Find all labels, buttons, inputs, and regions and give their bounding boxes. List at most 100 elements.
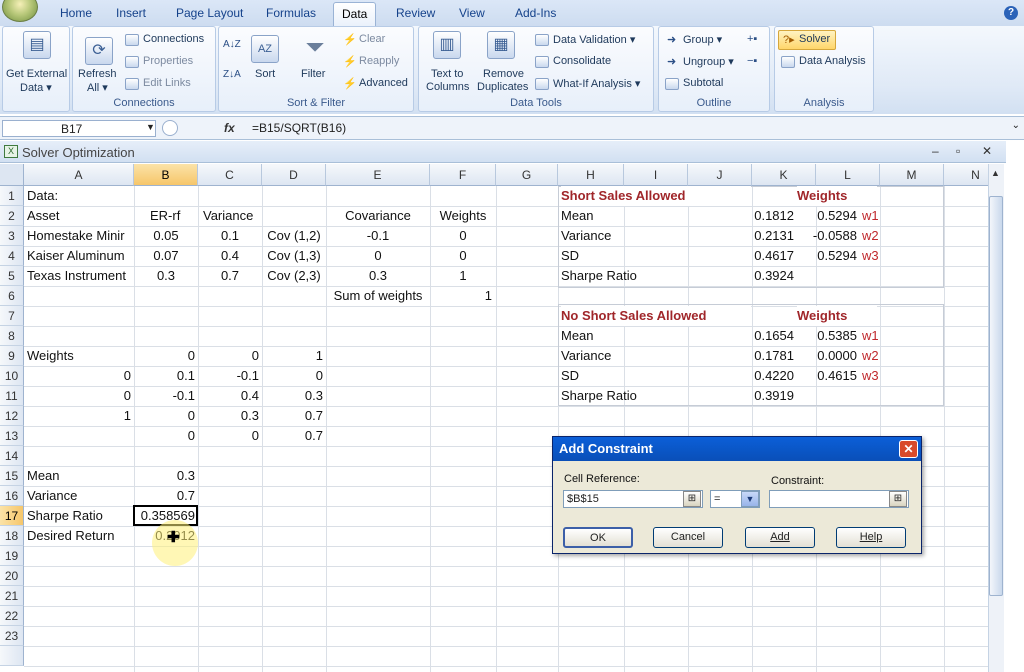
column-header-i[interactable]: I xyxy=(624,164,688,186)
close-icon[interactable]: ✕ xyxy=(899,440,918,458)
cell-a1[interactable]: Data: xyxy=(27,186,132,206)
nss-label-mean[interactable]: Mean xyxy=(561,326,681,346)
scrollbar-thumb[interactable] xyxy=(989,196,1003,596)
row-header-16[interactable]: 16 xyxy=(0,486,24,506)
row-header-23[interactable]: 23 xyxy=(0,626,24,646)
cell-a18[interactable]: Desired Return xyxy=(27,526,132,546)
constraint-picker-icon[interactable]: ⊞ xyxy=(889,491,907,507)
cell-a11[interactable]: 0 xyxy=(26,386,131,406)
ss-weight-2[interactable]: -0.0588 xyxy=(800,226,857,246)
cell-e5[interactable]: 0.3 xyxy=(326,266,430,286)
office-button-icon[interactable] xyxy=(2,0,38,22)
cell-f6[interactable]: 1 xyxy=(430,286,492,306)
row-header-8[interactable]: 8 xyxy=(0,326,24,346)
nss-weight-3[interactable]: 0.4615 xyxy=(800,366,857,386)
tab-page-layout[interactable]: Page Layout xyxy=(176,6,243,20)
column-header-d[interactable]: D xyxy=(262,164,326,186)
column-header-g[interactable]: G xyxy=(496,164,558,186)
cell-d13[interactable]: 0.7 xyxy=(262,426,323,446)
short-sales-weights-header[interactable]: Weights xyxy=(797,186,877,206)
edit-links-button[interactable]: Edit Links xyxy=(143,77,191,89)
help-icon[interactable]: ? xyxy=(1004,6,1018,20)
row-header-22[interactable]: 22 xyxy=(0,606,24,626)
ss-value-sd[interactable]: 0.4617 xyxy=(700,246,794,266)
clear-button[interactable]: Clear xyxy=(359,33,385,45)
cell-b3[interactable]: 0.05 xyxy=(134,226,198,246)
nss-label-sd[interactable]: SD xyxy=(561,366,681,386)
sort-za-icon[interactable]: Z↓A xyxy=(223,69,241,80)
cell-c9[interactable]: 0 xyxy=(198,346,259,366)
cell-b11[interactable]: -0.1 xyxy=(134,386,195,406)
no-short-sales-title[interactable]: No Short Sales Allowed xyxy=(561,306,751,326)
sort-button[interactable]: Sort xyxy=(255,68,275,80)
tab-insert[interactable]: Insert xyxy=(116,6,146,20)
get-external-data-label-2[interactable]: Data ▾ xyxy=(20,81,52,94)
row-header-12[interactable]: 12 xyxy=(0,406,24,426)
formula-bar-expand-icon[interactable] xyxy=(162,120,178,136)
column-header-f[interactable]: F xyxy=(430,164,496,186)
name-box[interactable]: B17 xyxy=(2,120,156,137)
row-header-3[interactable]: 3 xyxy=(0,226,24,246)
cell-c4[interactable]: 0.4 xyxy=(198,246,262,266)
row-header-5[interactable]: 5 xyxy=(0,266,24,286)
column-header-n[interactable]: N xyxy=(944,164,988,186)
cell-e2[interactable]: Covariance xyxy=(326,206,430,226)
formula-bar-collapse-icon[interactable]: ⌄ xyxy=(1012,120,1020,131)
cell-b4[interactable]: 0.07 xyxy=(134,246,198,266)
column-header-k[interactable]: K xyxy=(752,164,816,186)
data-validation-button[interactable]: Data Validation ▾ xyxy=(553,33,635,46)
cell-f5[interactable]: 1 xyxy=(430,266,496,286)
close-workbook-icon[interactable]: ✕ xyxy=(982,144,992,158)
cell-b13[interactable]: 0 xyxy=(134,426,195,446)
insert-function-icon[interactable]: fx xyxy=(224,121,235,135)
tab-formulas[interactable]: Formulas xyxy=(266,6,316,20)
group-button[interactable]: Group ▾ xyxy=(683,33,722,46)
sort-az-icon[interactable]: A↓Z xyxy=(223,39,241,50)
row-header-13[interactable]: 13 xyxy=(0,426,24,446)
cell-c2[interactable]: Variance xyxy=(203,206,263,226)
cell-f3[interactable]: 0 xyxy=(430,226,496,246)
text-to-columns-label-1[interactable]: Text to xyxy=(431,68,463,80)
cell-b10[interactable]: 0.1 xyxy=(134,366,195,386)
row-header-21[interactable]: 21 xyxy=(0,586,24,606)
ok-button[interactable]: OK xyxy=(563,527,633,548)
row-header-17[interactable]: 17 xyxy=(0,506,24,526)
ss-value-variance[interactable]: 0.2131 xyxy=(700,226,794,246)
row-header-6[interactable]: 6 xyxy=(0,286,24,306)
nss-value-mean[interactable]: 0.1654 xyxy=(700,326,794,346)
formula-input[interactable]: =B15/SQRT(B16) xyxy=(252,121,346,135)
cell-f4[interactable]: 0 xyxy=(430,246,496,266)
cell-reference-input[interactable]: $B$15 xyxy=(563,490,703,508)
cell-e6[interactable]: Sum of weights xyxy=(326,286,430,306)
nss-value-sd[interactable]: 0.4220 xyxy=(700,366,794,386)
cell-c10[interactable]: -0.1 xyxy=(198,366,259,386)
advanced-button[interactable]: Advanced xyxy=(359,77,408,89)
ungroup-button[interactable]: Ungroup ▾ xyxy=(683,55,734,68)
constraint-input[interactable] xyxy=(769,490,909,508)
cell-a4[interactable]: Kaiser Aluminum xyxy=(27,246,133,266)
get-external-data-label-1[interactable]: Get External xyxy=(6,68,67,80)
scroll-up-icon[interactable]: ▲ xyxy=(991,168,1000,178)
tab-review[interactable]: Review xyxy=(396,6,435,20)
row-header-7[interactable]: 7 xyxy=(0,306,24,326)
subtotal-button[interactable]: Subtotal xyxy=(683,77,723,89)
tab-view[interactable]: View xyxy=(459,6,485,20)
name-box-dropdown-icon[interactable]: ▼ xyxy=(146,122,155,132)
column-header-e[interactable]: E xyxy=(326,164,430,186)
row-header-24[interactable] xyxy=(0,646,24,666)
nss-weight-1[interactable]: 0.5385 xyxy=(800,326,857,346)
row-header-4[interactable]: 4 xyxy=(0,246,24,266)
cell-b2[interactable]: ER-rf xyxy=(150,206,198,226)
cell-a10[interactable]: 0 xyxy=(26,366,131,386)
cell-b12[interactable]: 0 xyxy=(134,406,195,426)
restore-icon[interactable]: ▫ xyxy=(956,144,960,158)
cell-reference-picker-icon[interactable]: ⊞ xyxy=(683,491,701,507)
remove-duplicates-label-1[interactable]: Remove xyxy=(483,68,524,80)
cell-a12[interactable]: 1 xyxy=(26,406,131,426)
connections-button[interactable]: Connections xyxy=(143,33,204,45)
solver-button[interactable]: Solver xyxy=(799,33,830,45)
add-button[interactable]: Add xyxy=(745,527,815,548)
select-all-corner[interactable] xyxy=(0,164,24,186)
ss-label-sd[interactable]: SD xyxy=(561,246,681,266)
nss-value-variance[interactable]: 0.1781 xyxy=(700,346,794,366)
